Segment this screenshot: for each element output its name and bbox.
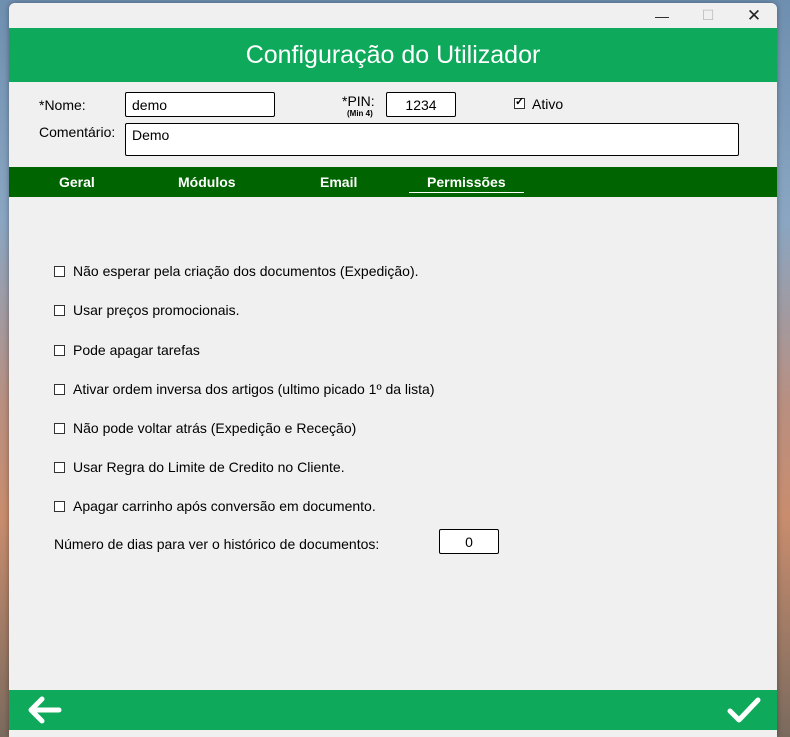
permission-label: Usar Regra do Limite de Credito no Clien… xyxy=(73,459,345,475)
pin-field[interactable]: 1234 xyxy=(386,92,456,117)
permission-checkbox[interactable] xyxy=(54,344,65,356)
name-label: *Nome: xyxy=(39,97,86,113)
tab-modulos[interactable]: Módulos xyxy=(178,167,236,197)
comment-label: Comentário: xyxy=(39,124,116,140)
permission-label: Não pode voltar atrás (Expedição e Receç… xyxy=(73,420,357,436)
permission-checkbox[interactable] xyxy=(54,304,65,316)
tab-email[interactable]: Email xyxy=(320,167,357,197)
back-button[interactable] xyxy=(21,690,67,730)
permission-checkbox[interactable] xyxy=(54,461,65,473)
confirm-button[interactable] xyxy=(721,690,767,730)
active-label: Ativo xyxy=(532,96,564,112)
comment-field[interactable]: Demo xyxy=(125,123,739,156)
page-title: Configuração do Utilizador xyxy=(9,28,777,82)
tab-permissoes[interactable]: Permissões xyxy=(409,167,524,197)
checkmark-icon xyxy=(727,697,761,723)
permission-item[interactable]: Não pode voltar atrás (Expedição e Receç… xyxy=(54,420,356,436)
arrow-left-icon xyxy=(28,696,62,724)
permission-checkbox[interactable] xyxy=(54,265,65,277)
pin-hint: (Min 4) xyxy=(347,109,373,118)
history-days-label: Número de dias para ver o histórico de d… xyxy=(54,536,380,552)
permission-item[interactable]: Usar preços promocionais. xyxy=(54,302,240,318)
permission-item[interactable]: Pode apagar tarefas xyxy=(54,342,200,358)
minimize-button[interactable]: — xyxy=(639,3,685,28)
tab-geral[interactable]: Geral xyxy=(59,167,95,197)
pin-label: *PIN: xyxy=(342,93,375,109)
permission-checkbox[interactable] xyxy=(54,422,65,434)
maximize-button[interactable]: ☐ xyxy=(685,3,731,28)
permission-label: Ativar ordem inversa dos artigos (ultimo… xyxy=(73,381,435,397)
active-checkbox[interactable] xyxy=(514,95,525,109)
permission-checkbox[interactable] xyxy=(54,383,65,395)
permission-item[interactable]: Não esperar pela criação dos documentos … xyxy=(54,263,419,279)
permission-label: Apagar carrinho após conversão em docume… xyxy=(73,498,376,514)
footer-bar xyxy=(9,690,777,730)
permission-label: Não esperar pela criação dos documentos … xyxy=(73,263,419,279)
permission-item[interactable]: Apagar carrinho após conversão em docume… xyxy=(54,498,376,514)
tab-bar: Geral Módulos Email Permissões xyxy=(9,167,777,197)
permission-label: Usar preços promocionais. xyxy=(73,302,240,318)
permission-item[interactable]: Usar Regra do Limite de Credito no Clien… xyxy=(54,459,345,475)
close-button[interactable]: ✕ xyxy=(731,3,777,28)
history-days-field[interactable]: 0 xyxy=(439,529,499,554)
permission-item[interactable]: Ativar ordem inversa dos artigos (ultimo… xyxy=(54,381,435,397)
title-bar: — ☐ ✕ xyxy=(9,3,777,28)
permission-label: Pode apagar tarefas xyxy=(73,342,200,358)
name-field[interactable]: demo xyxy=(125,92,275,117)
user-config-window: — ☐ ✕ Configuração do Utilizador *Nome: … xyxy=(9,3,777,737)
permission-checkbox[interactable] xyxy=(54,500,65,512)
